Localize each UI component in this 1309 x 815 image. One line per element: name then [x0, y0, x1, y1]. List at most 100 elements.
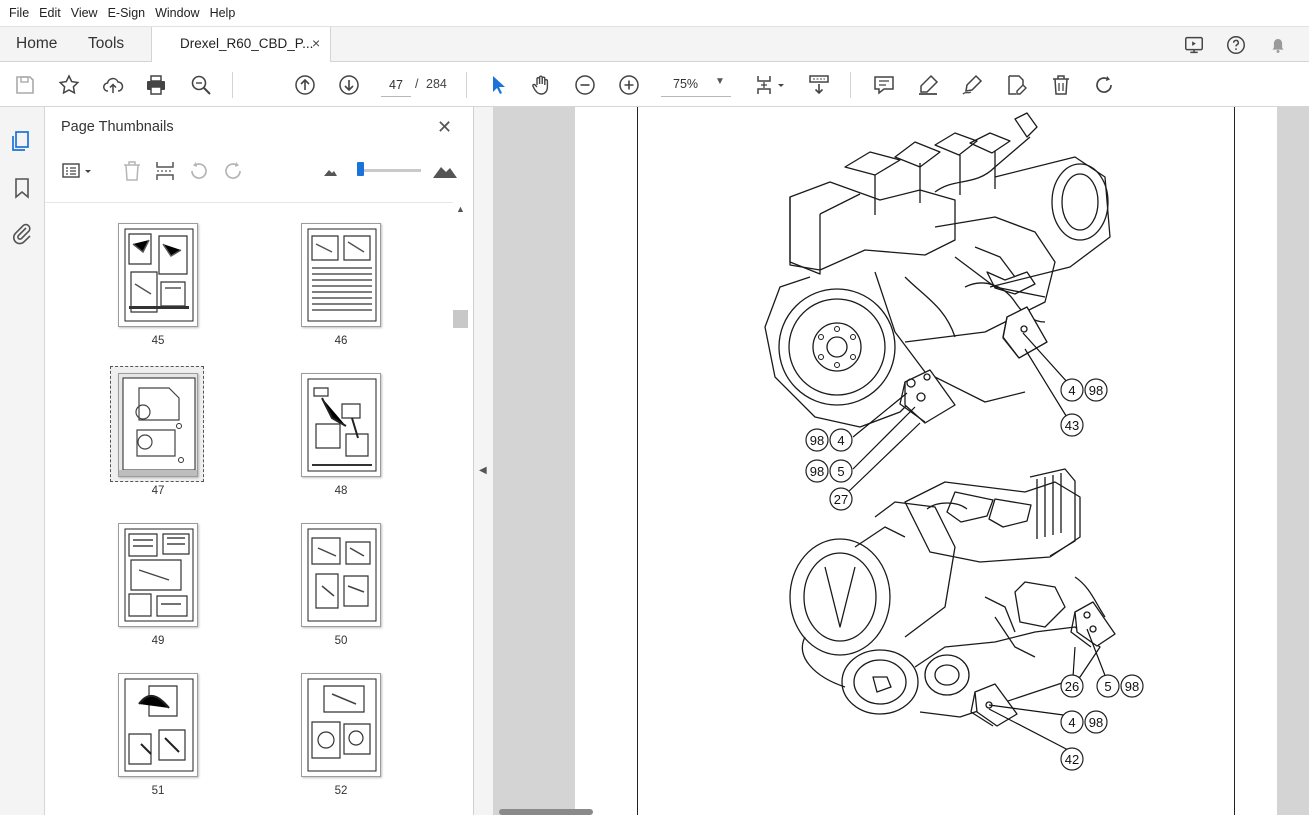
panel-title: Page Thumbnails [61, 119, 174, 135]
upload-icon[interactable] [100, 72, 126, 98]
tab-home[interactable]: Home [16, 27, 57, 62]
star-icon[interactable] [56, 72, 82, 98]
panel-close-button[interactable]: ✕ [437, 117, 452, 138]
thumbnail-scrollbar[interactable]: ▲ [453, 202, 469, 815]
help-icon[interactable] [1225, 34, 1247, 56]
engine-diagram: 4 98 43 98 4 98 5 27 26 5 98 4 98 42 [764, 112, 1144, 771]
page-thumbnails-icon[interactable] [10, 129, 34, 153]
callout-label: 98 [1125, 679, 1139, 694]
callout-label: 43 [1065, 418, 1079, 433]
callout-label: 5 [837, 464, 844, 479]
thumbnail-image [118, 373, 198, 477]
rotate-cw-icon[interactable] [221, 159, 245, 183]
thumbnail-page-49[interactable]: 49 [98, 523, 208, 673]
small-thumbnail-icon[interactable] [322, 159, 338, 183]
thumbnail-label: 45 [151, 335, 165, 347]
attachment-icon[interactable] [10, 221, 34, 245]
panel-collapse-handle[interactable]: ◀ [474, 107, 493, 815]
thumbnail-options-icon[interactable] [61, 159, 95, 183]
thumbnail-label: 48 [334, 485, 348, 497]
insert-page-icon[interactable] [153, 159, 177, 183]
tab-tools[interactable]: Tools [88, 27, 124, 62]
delete-icon[interactable] [1048, 72, 1074, 98]
toolbar: / 284 75% ▼ [0, 62, 1309, 107]
thumbnail-label: 52 [334, 785, 348, 797]
scroll-up-icon[interactable]: ▲ [456, 204, 465, 214]
menu-esign[interactable]: E-Sign [103, 0, 151, 26]
callout-label: 26 [1065, 679, 1079, 694]
thumbnail-panel: Page Thumbnails ✕ 45 46 47 48 49 50 51 5… [45, 107, 474, 815]
thumbnail-page-51[interactable]: 51 [98, 673, 208, 815]
thumbnail-label: 51 [151, 785, 165, 797]
thumbnail-image [118, 523, 198, 627]
sign-icon[interactable] [959, 72, 985, 98]
comment-icon[interactable] [871, 72, 897, 98]
callout-label: 5 [1104, 679, 1111, 694]
collapse-arrow-icon: ◀ [479, 465, 487, 476]
document-tab-close-button[interactable]: × [312, 35, 320, 51]
callout-label: 98 [1089, 383, 1103, 398]
notification-bell-icon[interactable] [1267, 34, 1289, 56]
left-rail [0, 107, 45, 815]
select-arrow-icon[interactable] [485, 72, 511, 98]
menu-edit[interactable]: Edit [34, 0, 66, 26]
delete-page-icon[interactable] [120, 159, 144, 183]
callout-label: 4 [1068, 715, 1075, 730]
rotate-icon[interactable] [1091, 72, 1117, 98]
document-tab-title: Drexel_R60_CBD_P... [180, 36, 314, 51]
callout-label: 27 [834, 492, 848, 507]
scroll-mode-icon[interactable] [806, 72, 832, 98]
edit-icon[interactable] [1003, 72, 1029, 98]
thumbnail-image [118, 673, 198, 777]
thumbnail-label: 50 [334, 635, 348, 647]
zoom-out-icon[interactable] [572, 72, 598, 98]
page-number-input[interactable] [381, 73, 411, 97]
page-down-icon[interactable] [336, 72, 362, 98]
share-screen-icon[interactable] [1183, 34, 1205, 56]
hand-icon[interactable] [528, 72, 554, 98]
thumbnail-image [301, 673, 381, 777]
menu-view[interactable]: View [66, 0, 103, 26]
highlight-icon[interactable] [915, 72, 941, 98]
document-tab[interactable]: Drexel_R60_CBD_P... × [151, 27, 331, 63]
menu-window[interactable]: Window [150, 0, 204, 26]
thumbnail-page-48[interactable]: 48 [281, 373, 391, 523]
bookmark-icon[interactable] [10, 176, 34, 200]
thumbnail-page-46[interactable]: 46 [281, 223, 391, 373]
rotate-ccw-icon[interactable] [187, 159, 211, 183]
thumbnail-image [301, 523, 381, 627]
thumbnail-size-slider-handle[interactable] [357, 162, 364, 176]
thumbnail-size-slider[interactable] [357, 169, 421, 172]
menu-file[interactable]: File [4, 0, 34, 26]
callout-label: 42 [1065, 752, 1079, 767]
menu-help[interactable]: Help [205, 0, 241, 26]
scrollbar-thumb[interactable] [453, 310, 468, 328]
thumbnail-list: 45 46 47 48 49 50 51 52 [45, 202, 453, 815]
callout-label: 98 [810, 433, 824, 448]
horizontal-scrollbar-thumb[interactable] [499, 809, 593, 815]
zoom-select[interactable]: 75% ▼ [661, 73, 731, 97]
thumbnail-image [118, 223, 198, 327]
page-separator: / [415, 77, 419, 91]
pdf-page: 4 98 43 98 4 98 5 27 26 5 98 4 98 42 [575, 107, 1277, 815]
thumbnail-image [301, 223, 381, 327]
callout-label: 98 [810, 464, 824, 479]
zoom-search-icon[interactable] [188, 72, 214, 98]
tab-row: Home Tools Drexel_R60_CBD_P... × [0, 26, 1309, 63]
thumbnail-page-52[interactable]: 52 [281, 673, 391, 815]
chevron-down-icon: ▼ [715, 76, 725, 87]
callout-label: 98 [1089, 715, 1103, 730]
large-thumbnail-icon[interactable] [432, 159, 458, 183]
thumbnail-page-45[interactable]: 45 [98, 223, 208, 373]
page-up-icon[interactable] [292, 72, 318, 98]
save-icon[interactable] [12, 72, 38, 98]
thumbnail-page-50[interactable]: 50 [281, 523, 391, 673]
fit-page-icon[interactable] [750, 72, 790, 98]
thumbnail-page-47[interactable]: 47 [98, 366, 208, 523]
thumbnail-label: 46 [334, 335, 348, 347]
print-icon[interactable] [143, 72, 169, 98]
page-total: 284 [426, 77, 447, 91]
thumbnail-label: 47 [151, 485, 165, 497]
zoom-in-icon[interactable] [616, 72, 642, 98]
document-view[interactable]: 4 98 43 98 4 98 5 27 26 5 98 4 98 42 [474, 107, 1309, 815]
